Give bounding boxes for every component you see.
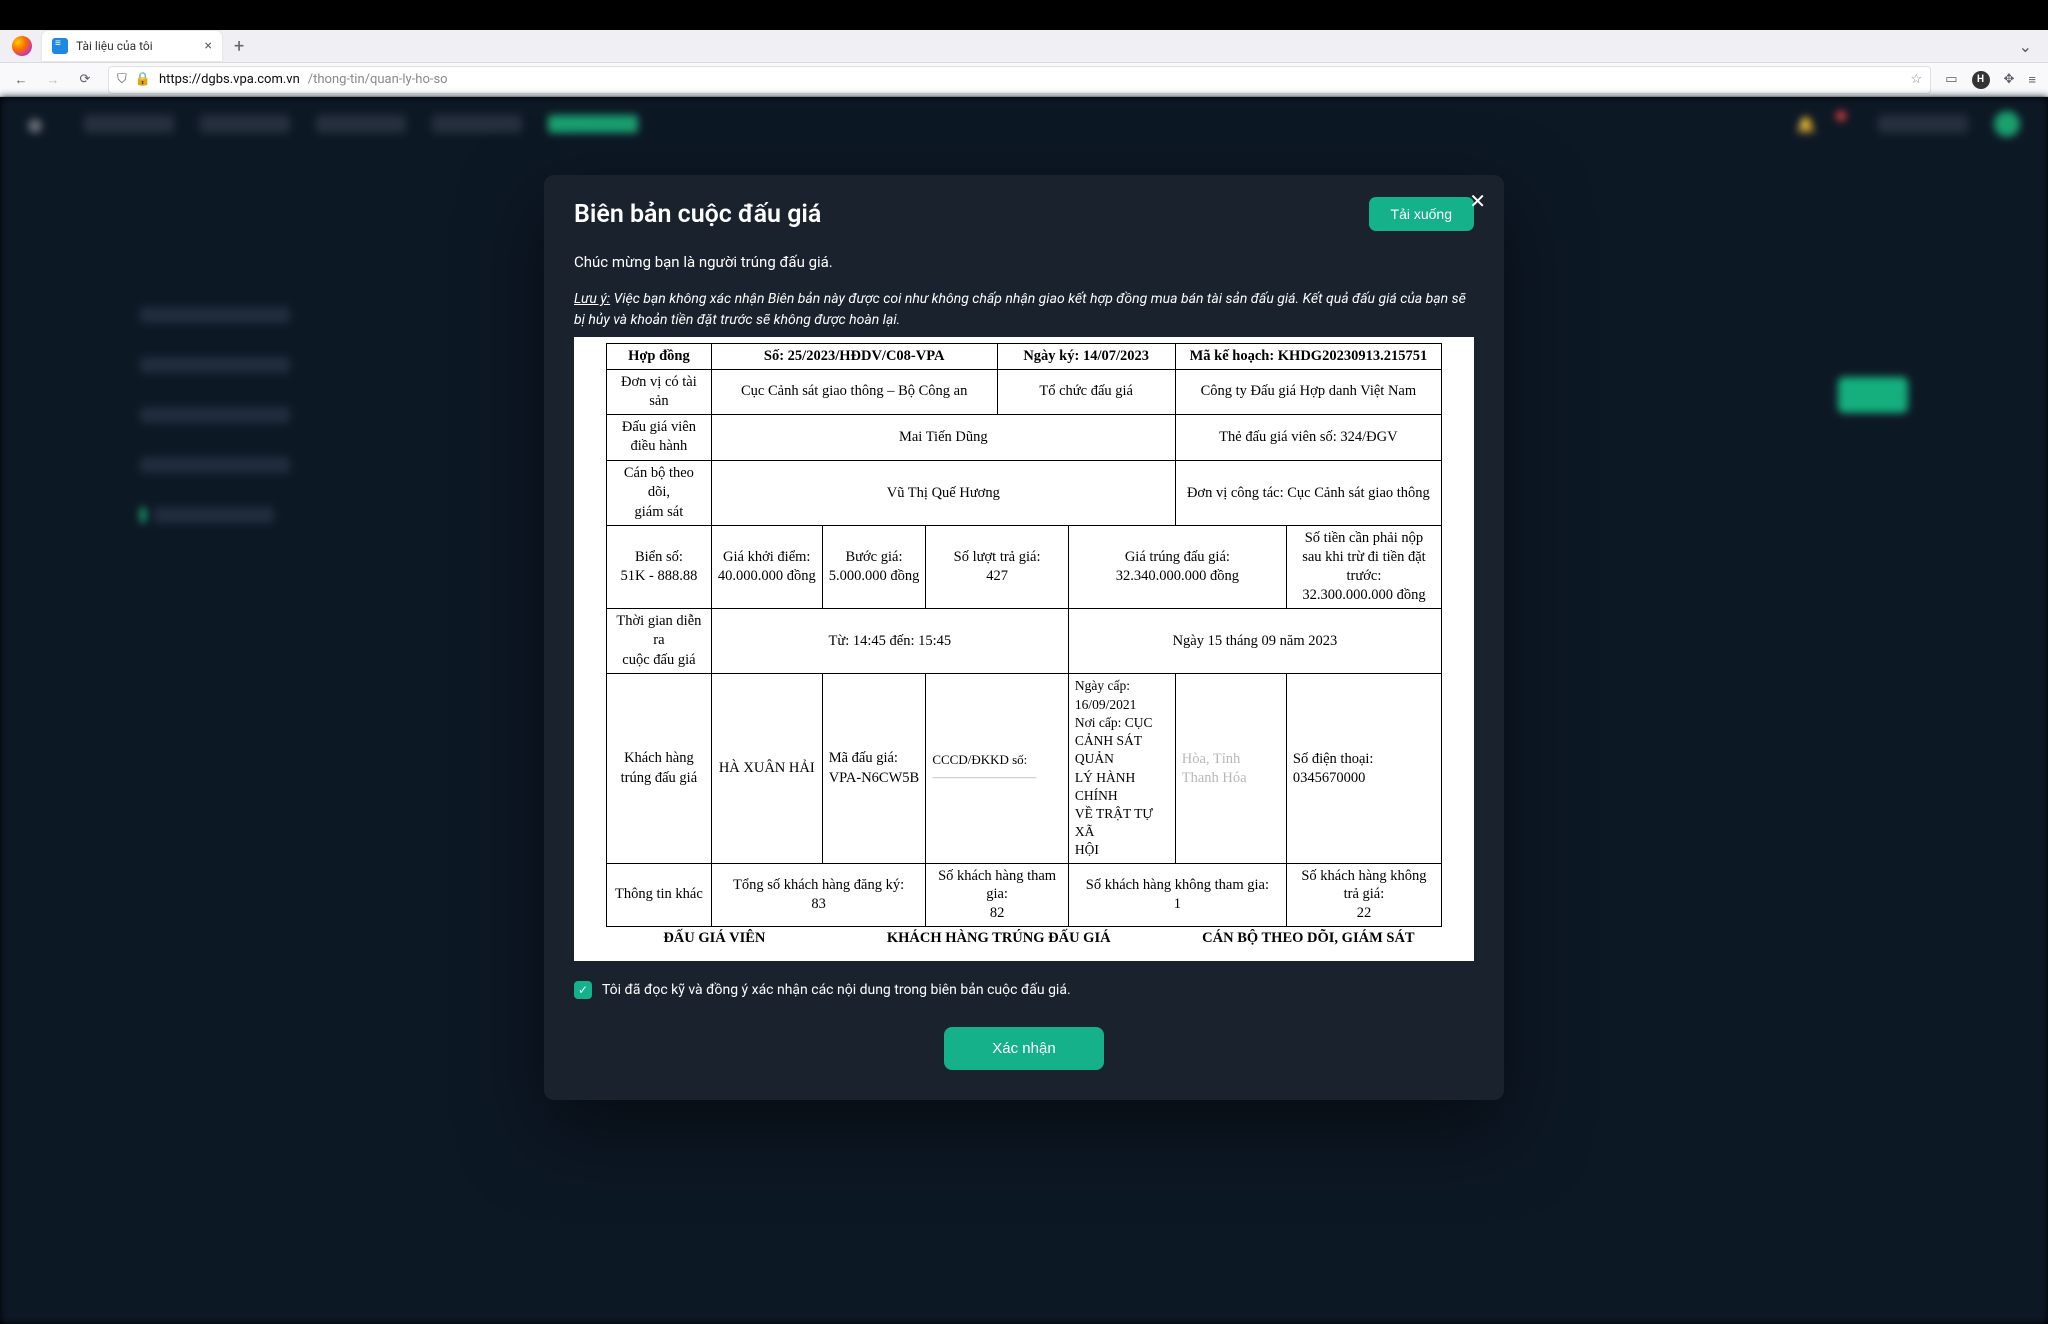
table-row: Thời gian diễn racuộc đấu giá Từ: 14:45 …	[607, 608, 1442, 674]
lock-icon: 🔒	[135, 72, 151, 87]
note-label: Lưu ý:	[574, 291, 610, 307]
url-bar: ← → ⟳ ⛉ 🔒 https://dgbs.vpa.com.vn/thong-…	[0, 63, 2048, 97]
sig-supervisor: CÁN BỘ THEO DÕI, GIÁM SÁT	[1175, 927, 1441, 951]
cell-amount-due: Số tiền cần phải nộpsau khi trừ đi tiền …	[1286, 526, 1441, 608]
cell-auctioneer-name: Mai Tiến Dũng	[711, 414, 1175, 460]
url-path: /thong-tin/quan-ly-ho-so	[308, 72, 448, 87]
cell-winner-name: HÀ XUÂN HẢI	[711, 674, 822, 863]
cell-winner-lbl: Khách hàngtrúng đấu giá	[607, 674, 712, 863]
acknowledge-text: Tôi đã đọc kỹ và đồng ý xác nhận các nội…	[602, 982, 1071, 998]
cell-reg-count: Tổng số khách hàng đăng ký:83	[711, 863, 926, 927]
cell-start-price: Giá khởi điểm:40.000.000 đồng	[711, 526, 822, 608]
checkbox-checked-icon[interactable]: ✓	[574, 981, 592, 999]
cell-supervisor-unit: Đơn vị công tác: Cục Cảnh sát giao thông	[1175, 460, 1441, 526]
cell-winner-code: Mã đấu giá:VPA-N6CW5B	[822, 674, 926, 863]
cell-date: Ngày 15 tháng 09 năm 2023	[1068, 608, 1441, 674]
table-row: Khách hàngtrúng đấu giá HÀ XUÂN HẢI Mã đ…	[607, 674, 1442, 863]
cell-contract-no: Số: 25/2023/HĐDV/C08-VPA	[711, 344, 997, 370]
note-body: Việc bạn không xác nhận Biên bản này đượ…	[574, 291, 1466, 328]
table-row: Hợp đồng Số: 25/2023/HĐDV/C08-VPA Ngày k…	[607, 344, 1442, 370]
browser-tab-bar: Tài liệu của tôi × + ⌄	[0, 30, 2048, 63]
cell-cccd: CCCD/ĐKKD số:————————	[926, 674, 1069, 863]
bookmark-star-icon[interactable]: ☆	[1911, 72, 1923, 87]
cell-nojoin-count: Số khách hàng không tham gia:1	[1068, 863, 1286, 927]
cell-auctioneer-lbl: Đấu giá viênđiều hành	[607, 414, 712, 460]
auction-record-modal: ✕ Biên bản cuộc đấu giá Tải xuống Chúc m…	[544, 175, 1504, 1100]
confirm-button[interactable]: Xác nhận	[944, 1027, 1103, 1070]
cell-supervisor-lbl: Cán bộ theo dõi,giám sát	[607, 460, 712, 526]
sig-winner: KHÁCH HÀNG TRÚNG ĐẤU GIÁ	[822, 927, 1175, 951]
cell-time-range: Từ: 14:45 đến: 15:45	[711, 608, 1068, 674]
cell-owner-lbl: Đơn vị có tài sản	[607, 369, 712, 414]
acknowledge-row[interactable]: ✓ Tôi đã đọc kỹ và đồng ý xác nhận các n…	[574, 981, 1474, 999]
nav-forward-icon[interactable]: →	[44, 72, 62, 88]
appmenu-icon[interactable]: ≡	[2028, 72, 2036, 88]
cell-issue: Ngày cấp:16/09/2021Nơi cấp: CỤCCẢNH SÁT …	[1068, 674, 1175, 863]
cell-join-count: Số khách hàng tham gia:82	[926, 863, 1069, 927]
table-row: Cán bộ theo dõi,giám sát Vũ Thị Quế Hươn…	[607, 460, 1442, 526]
cell-org-val: Công ty Đấu giá Hợp danh Việt Nam	[1175, 369, 1441, 414]
extensions-icon[interactable]: ✥	[2004, 72, 2015, 87]
cell-phone: Số điện thoại:0345670000	[1286, 674, 1441, 863]
cell-step-price: Bước giá:5.000.000 đồng	[822, 526, 926, 608]
address-field[interactable]: ⛉ 🔒 https://dgbs.vpa.com.vn/thong-tin/qu…	[108, 66, 1931, 94]
browser-tab[interactable]: Tài liệu của tôi ×	[42, 31, 222, 61]
close-icon[interactable]: ✕	[1469, 189, 1486, 213]
table-row: Biển số:51K - 888.88 Giá khởi điểm:40.00…	[607, 526, 1442, 608]
firefox-logo-icon	[12, 36, 32, 56]
cell-sign-date: Ngày ký: 14/07/2023	[997, 344, 1175, 370]
sig-auctioneer: ĐẤU GIÁ VIÊN	[607, 927, 823, 951]
tab-close-icon[interactable]: ×	[205, 38, 212, 54]
cell-addr-blur: Hòa, Tỉnh Thanh Hóa	[1175, 674, 1286, 863]
note-text: Lưu ý: Việc bạn không xác nhận Biên bản …	[574, 289, 1474, 331]
table-row: Đơn vị có tài sản Cục Cảnh sát giao thôn…	[607, 369, 1442, 414]
table-row: Đấu giá viênđiều hành Mai Tiến Dũng Thẻ …	[607, 414, 1442, 460]
nav-back-icon[interactable]: ←	[12, 72, 30, 88]
new-tab-button[interactable]: +	[234, 36, 244, 57]
extension-badge-icon[interactable]: H	[1972, 71, 1990, 89]
cell-org-lbl: Tổ chức đấu giá	[997, 369, 1175, 414]
table-row: Thông tin khác Tổng số khách hàng đăng k…	[607, 863, 1442, 927]
cell-owner-val: Cục Cảnh sát giao thông – Bộ Công an	[711, 369, 997, 414]
auction-document: Hợp đồng Số: 25/2023/HĐDV/C08-VPA Ngày k…	[574, 337, 1474, 961]
cell-other-lbl: Thông tin khác	[607, 863, 712, 927]
tabs-dropdown-icon[interactable]: ⌄	[2019, 37, 2032, 56]
shield-icon: ⛉	[117, 72, 127, 87]
reader-icon[interactable]: ▭	[1945, 72, 1957, 87]
os-titlebar	[0, 0, 2048, 30]
cell-supervisor-name: Vũ Thị Quế Hương	[711, 460, 1175, 526]
modal-title: Biên bản cuộc đấu giá	[574, 200, 821, 229]
cell-plate: Biển số:51K - 888.88	[607, 526, 712, 608]
nav-reload-icon[interactable]: ⟳	[76, 72, 94, 87]
modal-overlay: ✕ Biên bản cuộc đấu giá Tải xuống Chúc m…	[0, 97, 2048, 1324]
cell-plan-code: Mã kế hoạch: KHDG20230913.215751	[1175, 344, 1441, 370]
cell-contract-lbl: Hợp đồng	[607, 344, 712, 370]
cell-win-price: Giá trúng đấu giá:32.340.000.000 đồng	[1068, 526, 1286, 608]
cell-bid-count: Số lượt trả giá:427	[926, 526, 1069, 608]
signature-row: ĐẤU GIÁ VIÊN KHÁCH HÀNG TRÚNG ĐẤU GIÁ CÁ…	[607, 927, 1442, 951]
tab-title: Tài liệu của tôi	[76, 39, 153, 53]
cell-nobid-count: Số khách hàng không trả giá:22	[1286, 863, 1441, 927]
cell-time-lbl: Thời gian diễn racuộc đấu giá	[607, 608, 712, 674]
url-host: https://dgbs.vpa.com.vn	[159, 72, 300, 87]
congrats-text: Chúc mừng bạn là người trúng đấu giá.	[574, 253, 1474, 271]
cell-auctioneer-card: Thẻ đấu giá viên số: 324/ĐGV	[1175, 414, 1441, 460]
download-button[interactable]: Tải xuống	[1369, 197, 1474, 231]
tab-favicon-icon	[52, 38, 68, 54]
